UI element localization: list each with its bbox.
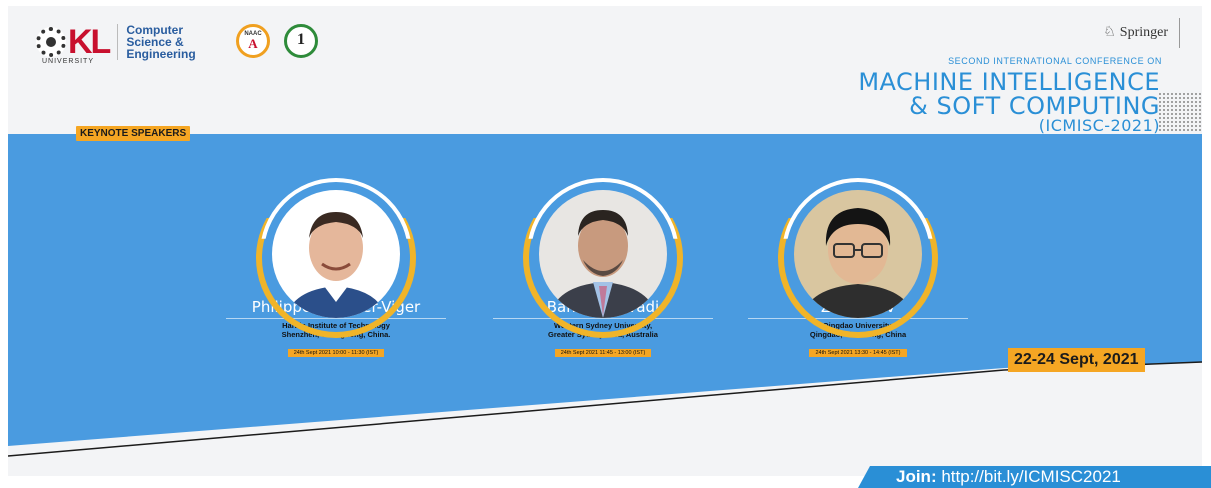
speaker-session-time: 24th Sept 2021 10:00 - 11:30 (IST) — [287, 349, 385, 357]
springer-horse-icon: ♘ — [1103, 25, 1116, 40]
conference-subtitle: SECOND INTERNATIONAL CONFERENCE ON — [948, 56, 1162, 66]
speaker-photo-frame — [256, 178, 416, 338]
speaker-photo — [272, 190, 400, 318]
university-logo: KL UNIVERSITY Computer Science & Enginee… — [36, 22, 196, 65]
join-link[interactable]: Join: http://bit.ly/ICMISC2021 — [896, 467, 1121, 487]
speaker-card-3: Zhihan Lv Qingdao University, Qingdao, S… — [738, 178, 978, 358]
speaker-photo — [794, 190, 922, 318]
gear-emblem-icon — [36, 27, 66, 57]
conference-title-line3: (ICMISC-2021) — [1038, 116, 1160, 135]
speaker-card-1: Philippe Fournier-Viger Harbin Institute… — [216, 178, 456, 358]
dot-pattern — [1158, 92, 1202, 132]
rank-badge: 1 — [284, 24, 318, 58]
join-url[interactable]: http://bit.ly/ICMISC2021 — [941, 467, 1121, 486]
join-label: Join: — [896, 467, 937, 486]
naac-badge: NAAC A — [236, 24, 270, 58]
speaker-session-time: 24th Sept 2021 13:30 - 14:45 (IST) — [809, 349, 907, 357]
banner: KL UNIVERSITY Computer Science & Enginee… — [0, 0, 1211, 488]
kl-logo-text: KL — [68, 23, 111, 61]
kl-logo-subtext: UNIVERSITY — [42, 58, 95, 65]
springer-logo: ♘ Springer — [1103, 24, 1168, 41]
speaker-photo-frame — [778, 178, 938, 338]
publisher-name: Springer — [1119, 25, 1168, 40]
keynote-speakers-label: KEYNOTE SPEAKERS — [76, 126, 191, 141]
speaker-session-time: 24th Sept 2021 11:45 - 13:00 (IST) — [554, 349, 652, 357]
speaker-photo — [539, 190, 667, 318]
rank-number: 1 — [297, 31, 305, 48]
banner-card: KL UNIVERSITY Computer Science & Enginee… — [8, 6, 1202, 476]
naac-grade: A — [248, 36, 258, 51]
department-name: Computer Science & Engineering — [126, 23, 196, 61]
springer-divider — [1179, 18, 1180, 48]
logo-divider — [117, 24, 119, 60]
conference-dates: 22-24 Sept, 2021 — [1008, 348, 1145, 372]
speaker-card-2: Bahman Javadi Western Sydney University,… — [483, 178, 723, 358]
speaker-photo-frame — [523, 178, 683, 338]
